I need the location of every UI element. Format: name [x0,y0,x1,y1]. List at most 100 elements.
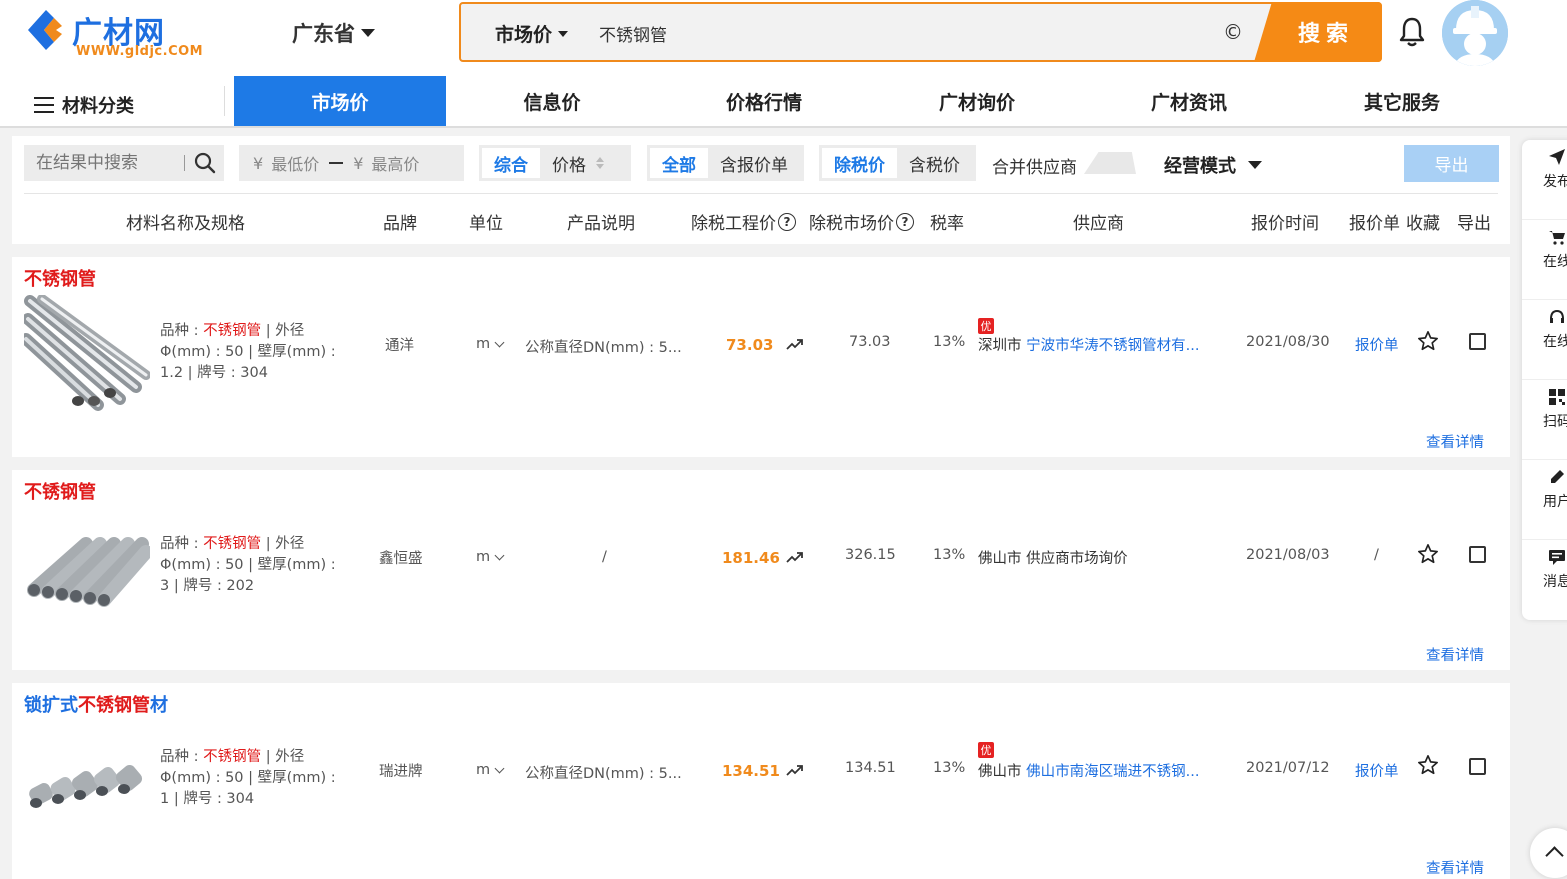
search-type-dropdown[interactable]: 市场价 [495,20,569,47]
product-title[interactable]: 不锈钢管 [24,478,96,504]
export-checkbox[interactable] [1469,333,1486,350]
separator [184,155,185,171]
filter-incl-tax[interactable]: 含税价 [897,148,972,178]
eng-price: 73.03 [726,336,774,354]
supplier-link[interactable]: 宁波市华涛不锈钢管材有... [1026,338,1199,354]
supplier-name: 供应商市场询价 [1026,551,1128,567]
col-export: 导出 [1457,214,1491,234]
brand-cell: 瑞进牌 [379,764,423,780]
spec-keyword: 不锈钢管 [203,749,262,765]
view-detail-link[interactable]: 查看详情 [1426,431,1484,452]
export-checkbox[interactable] [1469,546,1486,563]
user-avatar[interactable] [1442,0,1508,66]
search-input[interactable] [599,18,1199,48]
supplier-cell: 佛山市 供应商市场询价 [978,547,1128,568]
tab-inquiry[interactable]: 广材询价 [871,76,1083,126]
export-button[interactable]: 导出 [1404,145,1499,182]
table-row: 不锈钢管 品种 : 不锈钢管 | 外径Φ(mm) : 50 | 壁厚(mm) :… [12,470,1510,670]
material-category-label: 材料分类 [62,96,134,117]
col-supplier: 供应商 [1073,214,1124,234]
clear-search-icon[interactable]: © [1223,20,1243,44]
col-tax: 税率 [930,214,964,234]
col-brand: 品牌 [383,214,417,234]
supplier-link[interactable]: 佛山市南海区瑞进不锈钢... [1026,764,1199,780]
help-icon[interactable]: ? [896,212,914,231]
view-detail-link[interactable]: 查看详情 [1426,857,1484,878]
quote-time: 2021/07/12 [1246,760,1330,776]
filter-with-quote[interactable]: 含报价单 [708,148,800,178]
col-market-price: 除税市场价 ? [809,209,914,234]
search-icon[interactable] [194,152,216,174]
product-title[interactable]: 锁扩式不锈钢管材 [24,691,168,717]
min-price-input[interactable]: 最低价 [271,151,319,175]
export-checkbox[interactable] [1469,758,1486,775]
side-label: 用户反馈 [1543,494,1567,510]
merge-supplier-toggle[interactable] [1084,152,1136,174]
sort-overall[interactable]: 综合 [482,148,540,178]
trend-chart-icon[interactable] [786,337,804,351]
col-eng-price-label: 除税工程价 [691,214,776,234]
back-to-top-button[interactable] [1530,828,1567,878]
trend-chart-icon[interactable] [786,550,804,564]
star-icon[interactable] [1417,330,1439,352]
sort-price-label: 价格 [552,155,586,176]
sort-price[interactable]: 价格 [540,148,616,178]
quote-link[interactable]: 报价单 [1355,334,1399,355]
send-icon [1549,149,1565,165]
quote-cell: / [1374,547,1379,563]
tab-price-trend[interactable]: 价格行情 [658,76,870,126]
side-message-alert[interactable]: 消息提醒 [1522,540,1567,620]
material-category-menu[interactable]: 材料分类 [34,92,134,118]
brand-cell: 鑫恒盛 [379,551,423,567]
side-label: 发布询价 [1543,174,1567,190]
side-online-purchase[interactable]: 在线购买 [1522,220,1567,300]
currency-symbol: ¥ [253,153,264,173]
province-selector[interactable]: 广东省 [292,18,375,48]
bell-icon[interactable] [1398,16,1426,48]
product-title[interactable]: 不锈钢管 [24,265,96,291]
range-dash [329,162,344,164]
chevron-down-icon [494,763,505,773]
site-logo[interactable]: 广材网 WWW.gldjc.COM [24,6,203,64]
desc-cell: 公称直径DN(mm) : 5... [525,766,682,782]
filter-all[interactable]: 全部 [650,148,708,178]
filter-excl-tax[interactable]: 除税价 [822,148,897,178]
search-button[interactable]: 搜索 [1254,2,1382,62]
unit-dropdown[interactable]: m [476,336,505,352]
star-icon[interactable] [1417,543,1439,565]
view-detail-link[interactable]: 查看详情 [1426,644,1484,665]
business-mode-dropdown[interactable]: 经营模式 [1164,152,1262,178]
product-image[interactable] [24,755,150,815]
unit-dropdown[interactable]: m [476,762,505,778]
trend-chart-icon[interactable] [786,763,804,777]
col-time: 报价时间 [1251,214,1319,234]
search-type-label: 市场价 [495,24,553,46]
side-user-feedback[interactable]: 用户反馈 [1522,460,1567,540]
side-online-service[interactable]: 在线客服 [1522,300,1567,380]
result-search-input[interactable] [36,151,184,175]
quote-link[interactable]: 报价单 [1355,760,1399,781]
side-label: 扫码关注 [1543,414,1567,430]
tab-news[interactable]: 广材资讯 [1083,76,1295,126]
search-bar: 市场价 © 搜索 [459,2,1382,62]
side-scan-follow[interactable]: 扫码关注 [1522,380,1567,460]
tab-market-price[interactable]: 市场价 [234,76,446,126]
max-price-input[interactable]: 最高价 [371,151,419,175]
tab-other-services[interactable]: 其它服务 [1296,76,1508,126]
market-price: 326.15 [845,547,896,563]
premium-badge: 优 [978,318,994,334]
supplier-cell: 佛山市 佛山市南海区瑞进不锈钢... [978,760,1199,781]
product-image[interactable] [24,295,150,411]
eng-price: 181.46 [722,549,780,567]
spec-keyword: 不锈钢管 [203,536,262,552]
product-image[interactable] [24,518,150,608]
help-icon[interactable]: ? [778,212,796,231]
star-icon[interactable] [1417,754,1439,776]
side-publish-inquiry[interactable]: 发布询价 [1522,140,1567,220]
col-unit: 单位 [469,214,503,234]
side-label: 在线客服 [1543,334,1567,350]
tab-info-price[interactable]: 信息价 [446,76,658,126]
tax-rate: 13% [933,760,966,776]
side-label: 在线购买 [1543,254,1567,270]
unit-dropdown[interactable]: m [476,549,505,565]
